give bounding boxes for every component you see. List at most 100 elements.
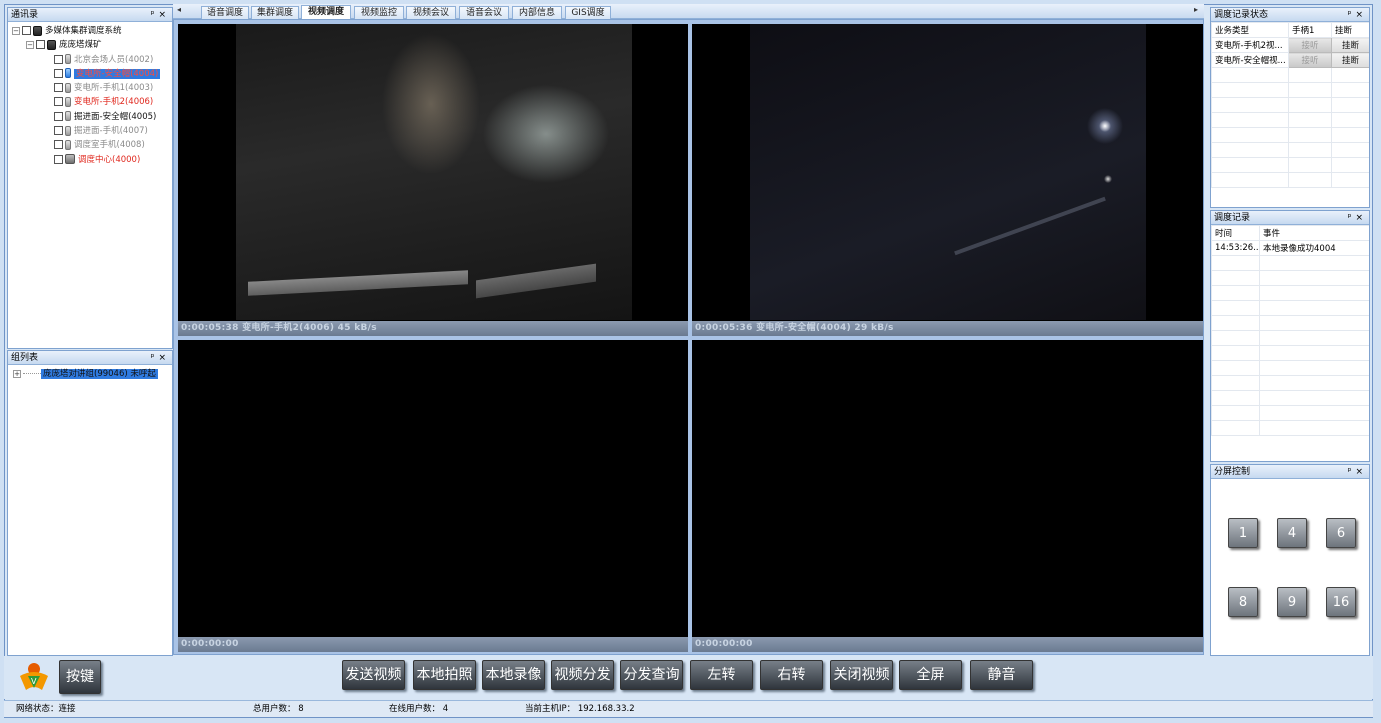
phone-icon xyxy=(65,68,71,79)
helmet-icon xyxy=(65,111,71,122)
phone-icon xyxy=(65,125,71,136)
group-panel: 组列表 ᵖ× + 庞庞塔对讲组(99046) 未呼起 xyxy=(7,350,173,656)
split-8-button[interactable]: 8 xyxy=(1228,587,1258,617)
video-cell-2[interactable]: 0:00:05:36 变电所-安全帽(4004) 29 kB/s xyxy=(692,24,1203,336)
tree-item[interactable]: 北京会场人员(4002) xyxy=(10,53,172,67)
tab-video-monitor[interactable]: 视频监控 xyxy=(354,6,404,19)
svg-text:V: V xyxy=(31,677,37,686)
dispatch-log-panel: 调度记录 ᵖ× 时间 事件 14:53:26... 本地录像成功4004 xyxy=(1210,210,1370,462)
split-9-button[interactable]: 9 xyxy=(1277,587,1307,617)
close-icon[interactable]: × xyxy=(158,10,170,20)
contacts-panel: 通讯录 ᵖ× − 多媒体集群调度系统 − 庞庞塔煤矿 北京会场人员(4002) 变电… xyxy=(7,7,173,349)
tree-item[interactable]: 掘进面-手机(4007) xyxy=(10,124,172,138)
dispatch-status-table: 业务类型 手柄1 挂断 变电所-手机2视... 接听 挂断 变电所-安全帽视..… xyxy=(1211,22,1369,188)
checkbox[interactable] xyxy=(54,83,63,93)
video-cell-4[interactable]: 0:00:00:00 xyxy=(692,340,1203,652)
online-users: 在线用户数： 4 xyxy=(389,704,449,714)
tree-item[interactable]: 掘进面-安全帽(4005) xyxy=(10,110,172,124)
system-icon xyxy=(33,25,42,36)
tab-scroll-right-icon[interactable]: ▸ xyxy=(1194,5,1198,14)
video-frame xyxy=(236,24,632,320)
group-item[interactable]: + 庞庞塔对讲组(99046) 未呼起 xyxy=(10,367,172,381)
tree-item-selected[interactable]: 变电所-安全帽(4004) xyxy=(10,67,172,81)
turn-left-button[interactable]: 左转 xyxy=(690,660,753,690)
checkbox[interactable] xyxy=(36,40,45,50)
table-row[interactable]: 14:53:26... 本地录像成功4004 xyxy=(1211,240,1369,256)
total-users: 总用户数： 8 xyxy=(253,704,304,714)
fullscreen-button[interactable]: 全屏 xyxy=(899,660,962,690)
turn-right-button[interactable]: 右转 xyxy=(760,660,823,690)
tree-item[interactable]: 变电所-手机2(4006) xyxy=(10,95,172,109)
close-icon[interactable]: × xyxy=(1355,467,1367,477)
close-icon[interactable]: × xyxy=(1355,213,1367,223)
split-4-button[interactable]: 4 xyxy=(1277,518,1307,548)
tab-internal-info[interactable]: 内部信息 xyxy=(512,6,562,19)
distribute-query-button[interactable]: 分发查询 xyxy=(620,660,683,690)
checkbox[interactable] xyxy=(54,126,63,136)
hotkey-button[interactable]: 按键 xyxy=(59,660,101,694)
send-video-button[interactable]: 发送视频 xyxy=(342,660,405,690)
video-status: 0:00:00:00 xyxy=(692,637,1203,652)
group-panel-title: 组列表 ᵖ× xyxy=(8,351,172,365)
tab-voice-dispatch[interactable]: 语音调度 xyxy=(201,6,249,19)
tree-item[interactable]: 调度中心(4000) xyxy=(10,153,172,167)
hangup-button[interactable]: 挂断 xyxy=(1331,52,1369,68)
video-distribute-button[interactable]: 视频分发 xyxy=(551,660,614,690)
phone-icon xyxy=(65,139,71,150)
host-ip: 当前主机IP： 192.168.33.2 xyxy=(525,704,635,714)
video-cell-3[interactable]: 0:00:00:00 xyxy=(178,340,688,652)
phone-icon xyxy=(65,96,71,107)
video-status: 0:00:05:38 变电所-手机2(4006) 45 kB/s xyxy=(178,321,688,336)
network-status: 网络状态：连接 xyxy=(16,704,76,714)
local-record-button[interactable]: 本地录像 xyxy=(482,660,545,690)
tab-voice-conference[interactable]: 语音会议 xyxy=(459,6,509,19)
checkbox[interactable] xyxy=(54,111,63,121)
bottom-toolbar: V 按键 发送视频 本地拍照 本地录像 视频分发 分发查询 左转 右转 关闭视频… xyxy=(4,656,1373,699)
checkbox[interactable] xyxy=(54,68,63,78)
checkbox[interactable] xyxy=(54,140,63,150)
hangup-button[interactable]: 挂断 xyxy=(1331,37,1369,53)
contacts-panel-title: 通讯录 ᵖ× xyxy=(8,8,172,22)
mute-button[interactable]: 静音 xyxy=(970,660,1033,690)
tab-cluster-dispatch[interactable]: 集群调度 xyxy=(251,6,299,19)
phone-icon xyxy=(65,82,71,93)
tab-scroll-left-icon[interactable]: ◂ xyxy=(177,5,181,14)
tab-video-conference[interactable]: 视频会议 xyxy=(406,6,456,19)
close-icon[interactable]: × xyxy=(158,353,170,363)
split-16-button[interactable]: 16 xyxy=(1326,587,1356,617)
table-row: 变电所-手机2视... 接听 挂断 xyxy=(1211,37,1369,53)
checkbox[interactable] xyxy=(22,26,31,35)
video-status: 0:00:05:36 变电所-安全帽(4004) 29 kB/s xyxy=(692,321,1203,336)
tab-bar: ◂ 语音调度 集群调度 视频调度 视频监控 视频会议 语音会议 内部信息 GIS… xyxy=(173,4,1204,19)
collapse-icon[interactable]: − xyxy=(26,40,34,49)
close-icon[interactable]: × xyxy=(1355,10,1367,20)
expand-icon[interactable]: + xyxy=(13,369,21,378)
split-6-button[interactable]: 6 xyxy=(1326,518,1356,548)
answer-button[interactable]: 接听 xyxy=(1288,52,1332,68)
local-snapshot-button[interactable]: 本地拍照 xyxy=(413,660,476,690)
tab-video-dispatch[interactable]: 视频调度 xyxy=(301,5,351,19)
split-control-panel: 分屏控制 ᵖ× 1 4 6 8 9 16 xyxy=(1210,464,1370,656)
video-grid: 0:00:05:38 变电所-手机2(4006) 45 kB/s 0:00:05… xyxy=(173,19,1204,655)
table-header: 业务类型 手柄1 挂断 xyxy=(1211,22,1369,38)
table-row: 变电所-安全帽视... 接听 挂断 xyxy=(1211,52,1369,68)
tree-item[interactable]: 变电所-手机1(4003) xyxy=(10,81,172,95)
table-header: 时间 事件 xyxy=(1211,225,1369,241)
app-logo-icon: V xyxy=(20,663,48,690)
checkbox[interactable] xyxy=(54,54,63,64)
tree-root[interactable]: − 多媒体集群调度系统 xyxy=(10,24,172,38)
close-video-button[interactable]: 关闭视频 xyxy=(830,660,893,690)
tree-group[interactable]: − 庞庞塔煤矿 xyxy=(10,38,172,52)
split-1-button[interactable]: 1 xyxy=(1228,518,1258,548)
checkbox[interactable] xyxy=(54,154,63,164)
contacts-tree: − 多媒体集群调度系统 − 庞庞塔煤矿 北京会场人员(4002) 变电所-安全帽(4… xyxy=(8,22,172,167)
tree-item[interactable]: 调度室手机(4008) xyxy=(10,138,172,152)
dispatch-status-panel: 调度记录状态 ᵖ× 业务类型 手柄1 挂断 变电所-手机2视... 接听 挂断 … xyxy=(1210,7,1370,208)
video-frame xyxy=(750,24,1146,320)
tab-gis-dispatch[interactable]: GIS调度 xyxy=(565,6,611,19)
phone-icon xyxy=(65,54,71,65)
collapse-icon[interactable]: − xyxy=(12,26,20,35)
answer-button[interactable]: 接听 xyxy=(1288,37,1332,53)
video-cell-1[interactable]: 0:00:05:38 变电所-手机2(4006) 45 kB/s xyxy=(178,24,688,336)
checkbox[interactable] xyxy=(54,97,63,107)
